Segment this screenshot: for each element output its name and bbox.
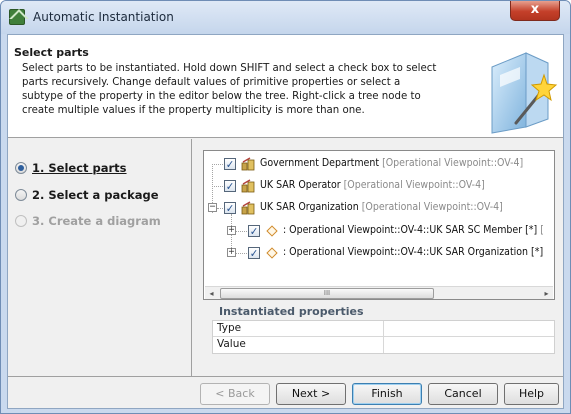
- property-value[interactable]: [383, 321, 554, 337]
- radio-icon: [15, 162, 27, 174]
- row-type: [Operational Viewpoint::OV-4]: [343, 179, 485, 191]
- tree-row[interactable]: + ✓ : Operational Viewpoint::OV-4::UK SA…: [204, 244, 554, 262]
- expand-icon[interactable]: +: [227, 226, 236, 235]
- checkbox-checked-icon[interactable]: ✓: [248, 225, 260, 237]
- checkbox-checked-icon[interactable]: ✓: [224, 202, 236, 214]
- organization-icon: [241, 157, 255, 171]
- wizard-header: Select parts Select parts to be instanti…: [8, 35, 563, 138]
- checkbox-checked-icon[interactable]: ✓: [248, 247, 260, 259]
- dialog-body: Select parts Select parts to be instanti…: [7, 34, 564, 409]
- property-key: Value: [217, 338, 246, 350]
- page-description: Select parts to be instantiated. Hold do…: [22, 63, 437, 116]
- checkbox-checked-icon[interactable]: ✓: [224, 158, 236, 170]
- step-create-diagram: 3. Create a diagram: [15, 214, 161, 232]
- parts-panel: ✓ Government Department [Operational Vie…: [191, 139, 563, 376]
- tree-row[interactable]: ✓ Government Department [Operational Vie…: [204, 155, 554, 173]
- row-name: : Operational Viewpoint::OV-4::UK SAR Or…: [283, 246, 544, 258]
- back-button[interactable]: < Back: [200, 383, 270, 405]
- finish-button[interactable]: Finish: [352, 383, 422, 405]
- scroll-left-icon[interactable]: ◂: [205, 287, 218, 299]
- properties-title: Instantiated properties: [219, 305, 364, 318]
- step-select-package[interactable]: 2. Select a package: [15, 188, 159, 206]
- properties-table: Type Value: [212, 320, 555, 354]
- radio-icon: [15, 215, 27, 227]
- parts-tree[interactable]: ✓ Government Department [Operational Vie…: [203, 150, 555, 300]
- property-value[interactable]: [383, 337, 554, 353]
- tree-row[interactable]: + ✓ : Operational Viewpoint::OV-4::UK SA…: [204, 222, 554, 240]
- expand-icon[interactable]: +: [227, 248, 236, 257]
- tree-row[interactable]: − ✓ UK SAR Organization [Operational Vie…: [204, 199, 554, 217]
- tree-row[interactable]: ✓ UK SAR Operator [Operational Viewpoint…: [204, 177, 554, 195]
- close-button[interactable]: x: [510, 1, 560, 21]
- organization-icon: [241, 179, 255, 193]
- button-bar: < Back Next > Finish Cancel Help: [8, 376, 563, 408]
- app-icon: [9, 9, 25, 25]
- collapse-icon[interactable]: −: [208, 203, 217, 212]
- next-button[interactable]: Next >: [276, 383, 346, 405]
- property-row[interactable]: Value: [213, 337, 554, 353]
- wizard-wand-icon: [491, 52, 558, 134]
- property-diamond-icon: [266, 247, 278, 259]
- row-type: [Operational Viewpoint::OV-4]: [382, 157, 524, 169]
- help-button[interactable]: Help: [504, 383, 559, 405]
- row-name: UK SAR Organization: [260, 201, 359, 213]
- radio-icon: [15, 189, 27, 201]
- scroll-right-icon[interactable]: ▸: [540, 287, 553, 299]
- cancel-button[interactable]: Cancel: [428, 383, 498, 405]
- scroll-thumb[interactable]: III: [220, 288, 434, 299]
- step-select-parts[interactable]: 1. Select parts: [15, 161, 127, 179]
- property-row[interactable]: Type: [213, 321, 554, 337]
- row-name: : Operational Viewpoint::OV-4::UK SAR SC…: [283, 224, 538, 236]
- horizontal-scrollbar[interactable]: ◂ III ▸: [205, 286, 553, 299]
- title-bar[interactable]: Automatic Instantiation x: [1, 1, 570, 34]
- page-title: Select parts: [14, 46, 89, 59]
- property-diamond-icon: [266, 225, 278, 237]
- grip-icon: III: [323, 289, 331, 297]
- close-icon: x: [530, 2, 540, 17]
- organization-icon: [241, 201, 255, 215]
- checkbox-checked-icon[interactable]: ✓: [224, 180, 236, 192]
- row-name: UK SAR Operator: [260, 179, 341, 191]
- window-title: Automatic Instantiation: [33, 10, 174, 24]
- row-type: [: [540, 224, 544, 236]
- row-type: [Operational Viewpoint::OV-4]: [361, 201, 503, 213]
- row-name: Government Department: [260, 157, 380, 169]
- property-key: Type: [217, 322, 242, 334]
- steps-panel: 1. Select parts 2. Select a package 3. C…: [8, 139, 190, 376]
- dialog-window: Automatic Instantiation x Select parts S…: [0, 0, 571, 414]
